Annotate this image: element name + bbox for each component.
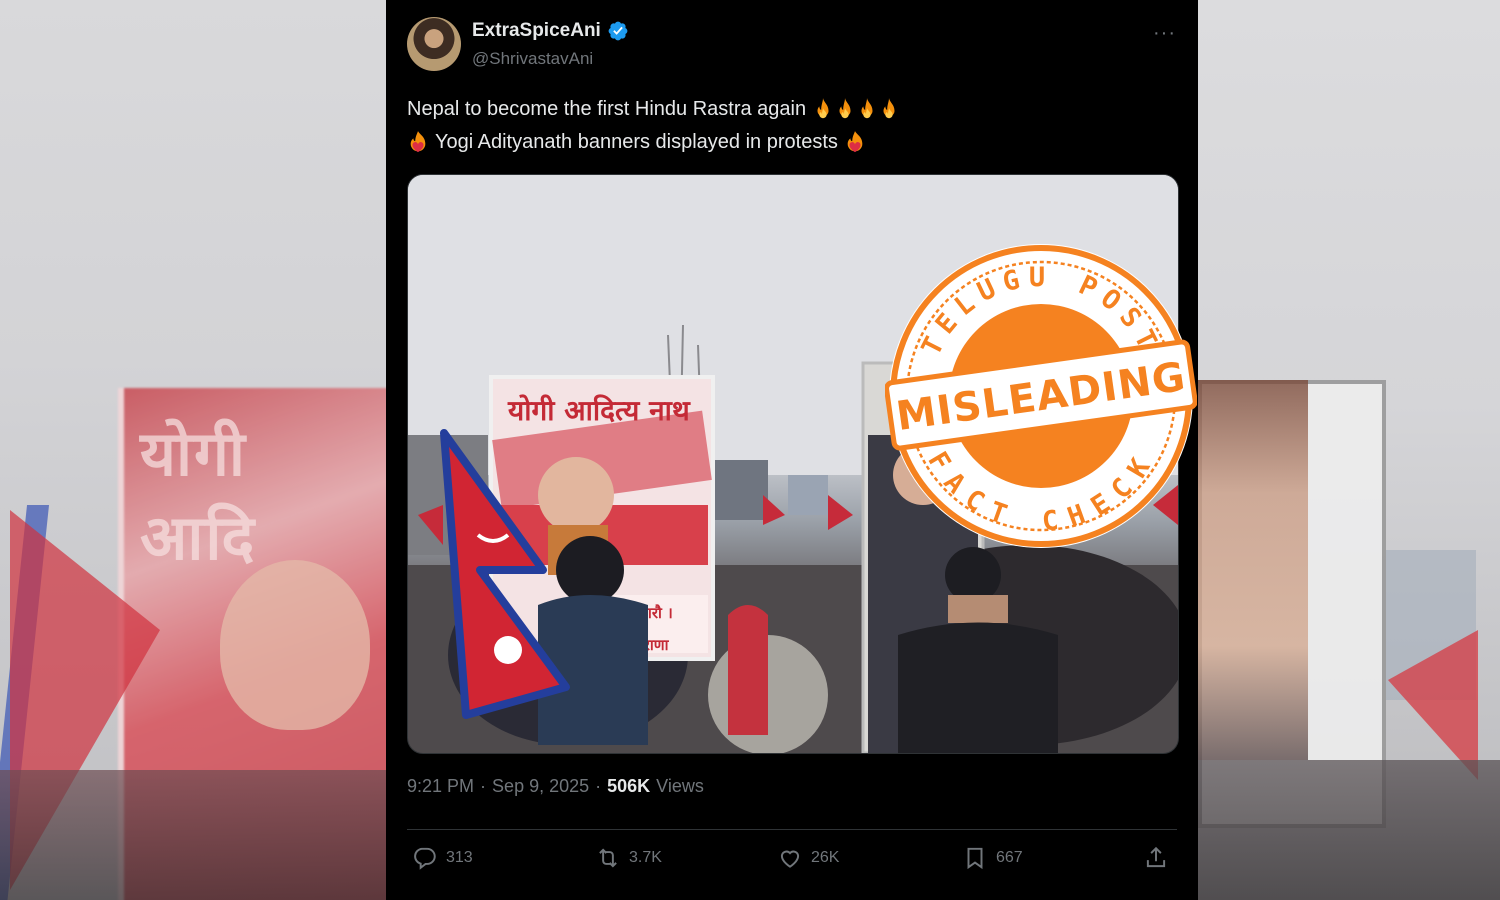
fire-emoji-icon [839, 97, 851, 118]
banner-portrait [538, 457, 614, 533]
views-count: 506K [607, 776, 651, 796]
author-handle[interactable]: @ShrivastavAni [472, 49, 593, 69]
tweet-text-2: Yogi Adityanath banners displayed in pro… [435, 131, 838, 153]
fire-emoji-icon [861, 97, 873, 118]
like-button[interactable]: 26K [777, 845, 839, 871]
background-left: योगी आदि [0, 0, 386, 900]
helmet [556, 536, 624, 604]
tweet-text: Nepal to become the first Hindu Rastra a… [407, 93, 1167, 159]
heart-icon [780, 850, 800, 868]
repost-count: 3.7K [629, 849, 662, 866]
scooter [728, 605, 768, 735]
repost-icon [599, 848, 617, 868]
fire-emoji-group [812, 93, 900, 126]
building [788, 475, 828, 515]
divider [407, 829, 1177, 830]
tweet-text-line-1: Nepal to become the first Hindu Rastra a… [407, 93, 1167, 126]
tweet-meta: 9:21 PM · Sep 9, 2025 · 506K Views [407, 776, 704, 797]
helmet [945, 547, 1001, 603]
share-button[interactable] [1143, 845, 1169, 871]
more-options-icon[interactable]: ··· [1153, 22, 1176, 45]
bookmark-icon [967, 847, 983, 870]
heart-on-fire-emoji-icon [847, 130, 863, 152]
rider-jacket [898, 622, 1058, 753]
background-crowd [1198, 760, 1500, 900]
verified-badge-icon[interactable] [607, 20, 629, 42]
views-label: Views [656, 776, 704, 796]
author-display-name[interactable]: ExtraSpiceAni [472, 20, 601, 42]
meta-separator: · [595, 776, 602, 796]
tweet-time[interactable]: 9:21 PM [407, 776, 474, 797]
avatar[interactable] [407, 17, 461, 71]
banner-headline: योगी आदित्य नाथ [507, 394, 691, 427]
reply-icon [414, 847, 436, 870]
background-right [1198, 0, 1500, 900]
background-flag [1388, 630, 1478, 780]
building [708, 460, 768, 520]
tweet-text-line-2: Yogi Adityanath banners displayed in pro… [407, 126, 1167, 159]
reply-button[interactable]: 313 [412, 845, 473, 871]
background-portrait [1198, 380, 1308, 760]
tweet-date[interactable]: Sep 9, 2025 [492, 776, 589, 797]
background-face [220, 560, 370, 730]
tweet-text-1: Nepal to become the first Hindu Rastra a… [407, 98, 807, 120]
background-crowd [0, 770, 386, 900]
meta-separator: · [480, 776, 487, 796]
repost-button[interactable]: 3.7K [595, 845, 662, 871]
bookmark-count: 667 [996, 849, 1023, 866]
fire-emoji-icon [883, 97, 895, 118]
fact-check-stamp: TELUGU POST FACT CHECK MISLEADING [885, 244, 1197, 548]
heart-on-fire-emoji-icon [410, 130, 426, 152]
author-name-row: ExtraSpiceAni [472, 20, 629, 42]
share-icon [1146, 846, 1166, 868]
background-banner-text: योगी आदि [140, 417, 257, 574]
fire-emoji-icon [817, 97, 829, 118]
action-bar: 313 3.7K 26K 667 [407, 845, 1177, 879]
reply-count: 313 [446, 849, 473, 866]
bookmark-button[interactable]: 667 [962, 845, 1023, 871]
like-count: 26K [811, 849, 840, 866]
